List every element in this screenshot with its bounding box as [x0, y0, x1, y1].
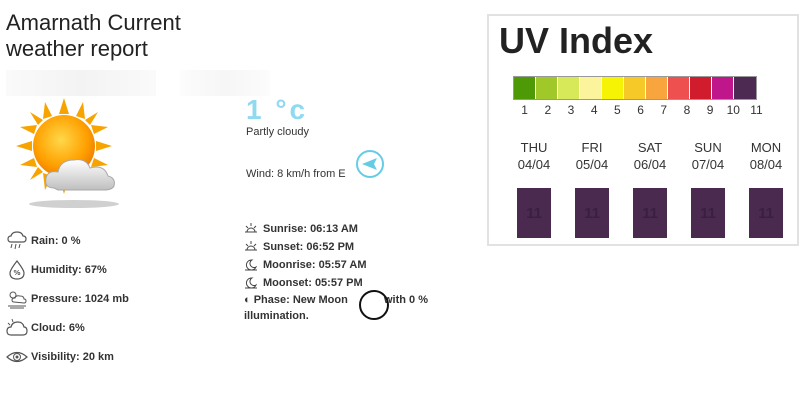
uv-scale-label: 1 — [521, 103, 528, 117]
faded-placeholder — [6, 70, 156, 96]
pressure-stat: Pressure: 1024 mb — [6, 284, 129, 313]
pressure-label: Pressure: 1024 mb — [31, 292, 129, 305]
uv-title: UV Index — [499, 20, 654, 61]
moonrise-label: Moonrise: 05:57 AM — [263, 259, 367, 271]
uv-value-badge: 11 — [691, 188, 725, 238]
uv-scale-label: 8 — [683, 103, 691, 117]
uv-value-badge: 11 — [517, 188, 551, 238]
weather-stats: Rain: 0 % % Humidity: 67% Pressure: 1024… — [6, 226, 129, 371]
uv-forecast: THU 04/04 11 FRI 05/04 11 SAT 06/04 11 S… — [505, 140, 795, 238]
phase-line2: illumination. — [244, 310, 309, 322]
svg-text:%: % — [13, 269, 20, 277]
uv-scale-cell — [712, 77, 734, 99]
moon-phase-bullet-icon: ◐ — [244, 294, 251, 306]
uv-index-panel: UV Index 1 2 3 4 5 6 7 8 9 10 11 THU 04/04 11 FRI … — [487, 14, 799, 246]
phase-prefix: Phase: New Moon — [253, 294, 348, 306]
uv-scale-cell — [602, 77, 624, 99]
wind-text: Wind: 8 km/h from E — [246, 168, 346, 180]
page-title: Amarnath Current weather report — [6, 10, 226, 62]
title-line-2: weather report — [6, 36, 148, 61]
moonset-icon — [245, 277, 258, 289]
humidity-icon: % — [6, 259, 28, 281]
temperature: 1 °c — [246, 94, 309, 125]
forecast-day: SAT 06/04 11 — [621, 140, 679, 238]
title-line-1: Amarnath Current — [6, 10, 181, 35]
visibility-label: Visibility: 20 km — [31, 350, 114, 363]
forecast-day: FRI 05/04 11 — [563, 140, 621, 238]
rain-label: Rain: 0 % — [31, 234, 81, 247]
uv-scale-label: 2 — [544, 103, 552, 117]
humidity-stat: % Humidity: 67% — [6, 255, 129, 284]
forecast-day: THU 04/04 11 — [505, 140, 563, 238]
sunset-icon — [245, 241, 257, 251]
uv-scale-cell — [646, 77, 668, 99]
day-name: SAT — [637, 140, 663, 155]
uv-scale-cell — [580, 77, 602, 99]
day-name: THU — [520, 140, 548, 155]
moonset-label: Moonset: 05:57 PM — [263, 277, 363, 289]
uv-scale-label: 10 — [726, 103, 740, 117]
pressure-icon — [6, 288, 28, 310]
uv-scale-label: 9 — [706, 103, 714, 117]
cloud-label: Cloud: 6% — [31, 321, 85, 334]
uv-scale — [513, 76, 757, 100]
partly-cloudy-sun-icon — [14, 96, 134, 216]
visibility-stat: Visibility: 20 km — [6, 342, 129, 371]
forecast-day: SUN 07/04 11 — [679, 140, 737, 238]
day-name: SUN — [694, 140, 722, 155]
sunrise-icon — [245, 223, 257, 233]
day-date: 05/04 — [575, 157, 609, 172]
sunrise-row: Sunrise: 06:13 AM — [244, 220, 367, 238]
new-moon-icon — [359, 290, 389, 320]
uv-value-badge: 11 — [575, 188, 609, 238]
phase-suffix: with 0 % — [383, 294, 428, 306]
uv-scale-cell — [624, 77, 646, 99]
sunset-row: Sunset: 06:52 PM — [244, 238, 367, 256]
uv-value-badge: 11 — [633, 188, 667, 238]
uv-scale-label: 4 — [590, 103, 598, 117]
astronomy-list: Sunrise: 06:13 AM Sunset: 06:52 PM Moonr… — [244, 220, 367, 292]
sunset-label: Sunset: 06:52 PM — [263, 241, 355, 253]
uv-scale-label: 11 — [750, 103, 763, 117]
uv-scale-cell — [536, 77, 558, 99]
uv-scale-cell — [668, 77, 690, 99]
rain-icon — [6, 230, 28, 252]
uv-scale-cell — [690, 77, 712, 99]
uv-scale-cell — [558, 77, 580, 99]
cloud-icon — [6, 317, 28, 339]
uv-scale-cell — [514, 77, 536, 99]
uv-scale-label: 5 — [614, 103, 621, 117]
eye-icon — [6, 346, 28, 368]
day-date: 06/04 — [633, 157, 667, 172]
moonset-row: Moonset: 05:57 PM — [244, 274, 367, 292]
uv-scale-label: 3 — [567, 103, 575, 117]
condition-text: Partly cloudy — [246, 126, 309, 138]
uv-scale-label: 6 — [637, 103, 644, 117]
cloud-stat: Cloud: 6% — [6, 313, 129, 342]
forecast-day: MON 08/04 11 — [737, 140, 795, 238]
day-name: MON — [750, 140, 782, 155]
day-name: FRI — [581, 140, 603, 155]
humidity-label: Humidity: 67% — [31, 263, 107, 276]
day-date: 04/04 — [517, 157, 551, 172]
uv-scale-labels: 1 2 3 4 5 6 7 8 9 10 11 — [513, 103, 768, 117]
moonrise-row: Moonrise: 05:57 AM — [244, 256, 367, 274]
day-date: 07/04 — [691, 157, 725, 172]
uv-scale-label: 7 — [660, 103, 668, 117]
uv-value-badge: 11 — [749, 188, 783, 238]
moonrise-icon — [245, 259, 258, 271]
faded-placeholder — [180, 70, 270, 96]
wind-direction-icon — [355, 149, 385, 179]
moon-phase: ◐ Phase: New Moon with 0 % illumination. — [244, 292, 454, 324]
uv-scale-cell — [734, 77, 756, 99]
rain-stat: Rain: 0 % — [6, 226, 129, 255]
day-date: 08/04 — [749, 157, 783, 172]
sunrise-label: Sunrise: 06:13 AM — [263, 223, 358, 235]
